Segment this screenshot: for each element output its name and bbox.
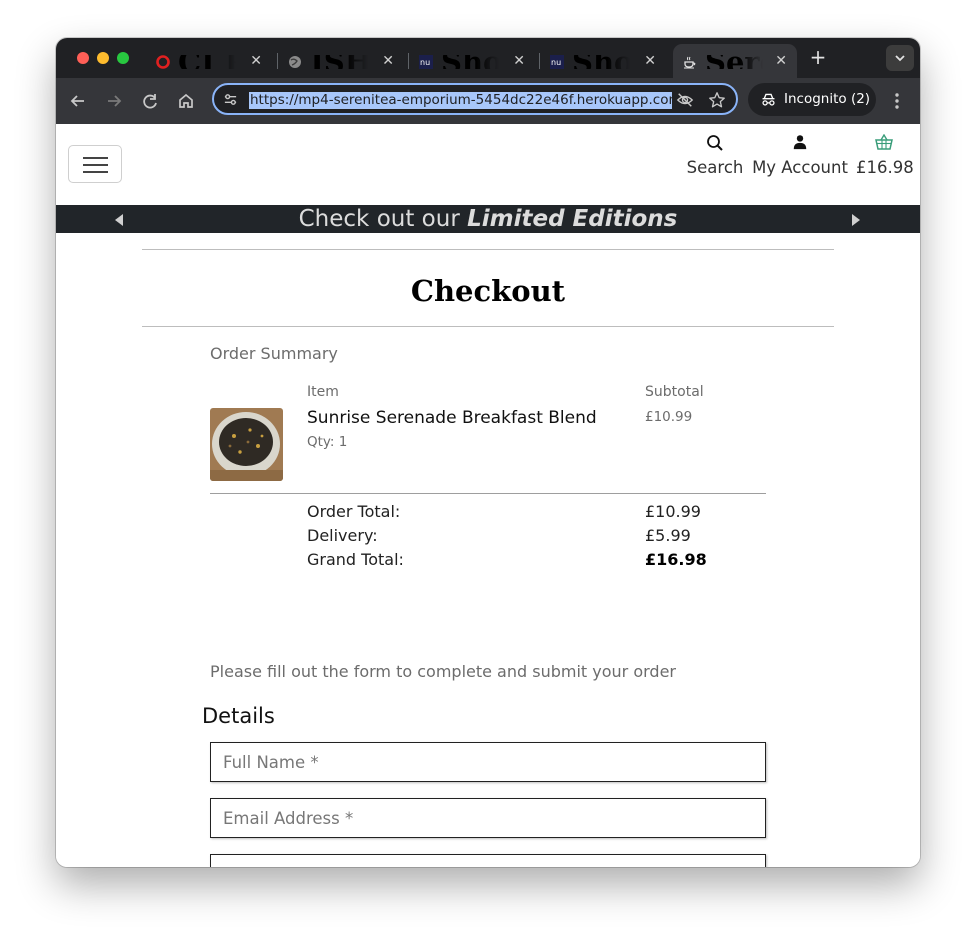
- tab-title: Showing re: [572, 55, 630, 69]
- close-tab-icon[interactable]: ✕: [382, 53, 394, 69]
- banner-text[interactable]: Check out our Limited Editions: [56, 205, 920, 233]
- opera-icon: [156, 55, 170, 69]
- site-settings-icon[interactable]: [223, 92, 238, 107]
- phone-number-field[interactable]: [210, 854, 766, 867]
- svg-text:nu: nu: [420, 58, 430, 67]
- tab-showing-results-1[interactable]: nu Showing re ✕: [409, 44, 535, 78]
- order-total-value: £10.99: [645, 502, 701, 521]
- close-tab-icon[interactable]: ✕: [513, 53, 525, 69]
- item-column-header: Item: [307, 384, 339, 400]
- svg-text:nu: nu: [551, 58, 561, 67]
- subtotal-column-header: Subtotal: [645, 384, 704, 400]
- basket-icon: [875, 133, 893, 150]
- full-name-field[interactable]: [210, 742, 766, 782]
- item-subtotal: £10.99: [645, 409, 693, 425]
- hamburger-icon-line: [83, 164, 108, 166]
- grand-total-label: Grand Total:: [307, 550, 404, 569]
- page-title: Checkout: [410, 274, 566, 308]
- browser-toolbar: https://mp4-serenitea-emporium-5454dc22e…: [56, 78, 920, 124]
- my-account-link[interactable]: My Account: [752, 134, 848, 177]
- tab-title: CI Python I: [178, 55, 236, 69]
- globe-icon: [289, 56, 301, 68]
- banner-text-emphasis: Limited Editions: [467, 206, 678, 232]
- divider: [142, 326, 834, 327]
- tab-title: JSHint, a J: [310, 55, 368, 69]
- minimize-window-button[interactable]: [97, 52, 109, 64]
- item-name: Sunrise Serenade Breakfast Blend: [307, 408, 597, 428]
- details-heading: Details: [202, 704, 275, 728]
- chevron-down-icon: [895, 55, 905, 62]
- eye-slash-icon[interactable]: [676, 91, 694, 109]
- nu-validator-icon: nu: [550, 55, 564, 69]
- forward-icon[interactable]: [104, 91, 124, 111]
- hamburger-icon: [83, 157, 108, 159]
- tab-title: Showing re: [441, 55, 499, 69]
- close-tab-icon[interactable]: ✕: [644, 53, 656, 69]
- menu-toggle-button[interactable]: [68, 145, 122, 183]
- banner-next-icon[interactable]: [852, 214, 860, 226]
- tab-search-button[interactable]: [886, 45, 914, 71]
- my-account-label: My Account: [752, 158, 848, 177]
- page-content: Search My Account £16.98 Check out our L…: [56, 124, 920, 867]
- phone-number-input[interactable]: [211, 855, 765, 867]
- item-quantity: Qty: 1: [307, 434, 348, 450]
- back-icon[interactable]: [68, 91, 88, 111]
- incognito-label: Incognito (2): [784, 91, 871, 107]
- banner-text-plain: Check out our: [298, 206, 468, 232]
- product-image-graphic: [210, 408, 283, 481]
- hamburger-icon-line: [83, 171, 108, 173]
- order-summary-heading: Order Summary: [210, 344, 338, 363]
- product-image[interactable]: [210, 408, 283, 481]
- new-tab-button[interactable]: +: [808, 47, 828, 67]
- basket-total: £16.98: [856, 158, 914, 177]
- star-icon[interactable]: [708, 91, 726, 109]
- divider: [210, 493, 766, 494]
- email-field[interactable]: [210, 798, 766, 838]
- tab-title: Serenitea -: [705, 55, 763, 69]
- grand-total-value: £16.98: [645, 550, 707, 569]
- tab-jshint[interactable]: JSHint, a J ✕: [278, 44, 404, 78]
- search-link[interactable]: Search: [686, 134, 744, 177]
- incognito-icon: [762, 93, 775, 106]
- form-instructions: Please fill out the form to complete and…: [210, 662, 676, 681]
- more-icon[interactable]: [894, 91, 900, 111]
- order-total-label: Order Total:: [307, 502, 401, 521]
- promo-banner: Check out our Limited Editions: [56, 205, 920, 233]
- maximize-window-button[interactable]: [117, 52, 129, 64]
- delivery-label: Delivery:: [307, 526, 378, 545]
- browser-window: CI Python I ✕ JSHint, a J ✕ nu Showing r…: [56, 38, 920, 867]
- basket-link[interactable]: £16.98: [856, 133, 914, 177]
- search-icon: [707, 135, 723, 151]
- url-text[interactable]: https://mp4-serenitea-emporium-5454dc22e…: [249, 92, 672, 109]
- close-tab-icon[interactable]: ✕: [775, 53, 787, 69]
- incognito-button[interactable]: Incognito (2): [748, 83, 876, 116]
- email-input[interactable]: [211, 799, 765, 837]
- divider: [142, 249, 834, 250]
- home-icon[interactable]: [176, 91, 196, 111]
- close-window-button[interactable]: [77, 52, 89, 64]
- user-icon: [793, 135, 807, 150]
- search-label: Search: [686, 158, 744, 177]
- delivery-value: £5.99: [645, 526, 691, 545]
- tab-serenitea[interactable]: Serenitea - ✕: [673, 44, 797, 78]
- tab-ci-python[interactable]: CI Python I ✕: [146, 44, 272, 78]
- tab-strip: CI Python I ✕ JSHint, a J ✕ nu Showing r…: [56, 38, 920, 78]
- full-name-input[interactable]: [211, 743, 765, 781]
- address-bar[interactable]: https://mp4-serenitea-emporium-5454dc22e…: [212, 83, 738, 115]
- reload-icon[interactable]: [140, 91, 160, 111]
- tab-showing-results-2[interactable]: nu Showing re ✕: [540, 44, 666, 78]
- nu-validator-icon: nu: [419, 55, 433, 69]
- close-tab-icon[interactable]: ✕: [250, 53, 262, 69]
- teacup-icon: [684, 56, 696, 69]
